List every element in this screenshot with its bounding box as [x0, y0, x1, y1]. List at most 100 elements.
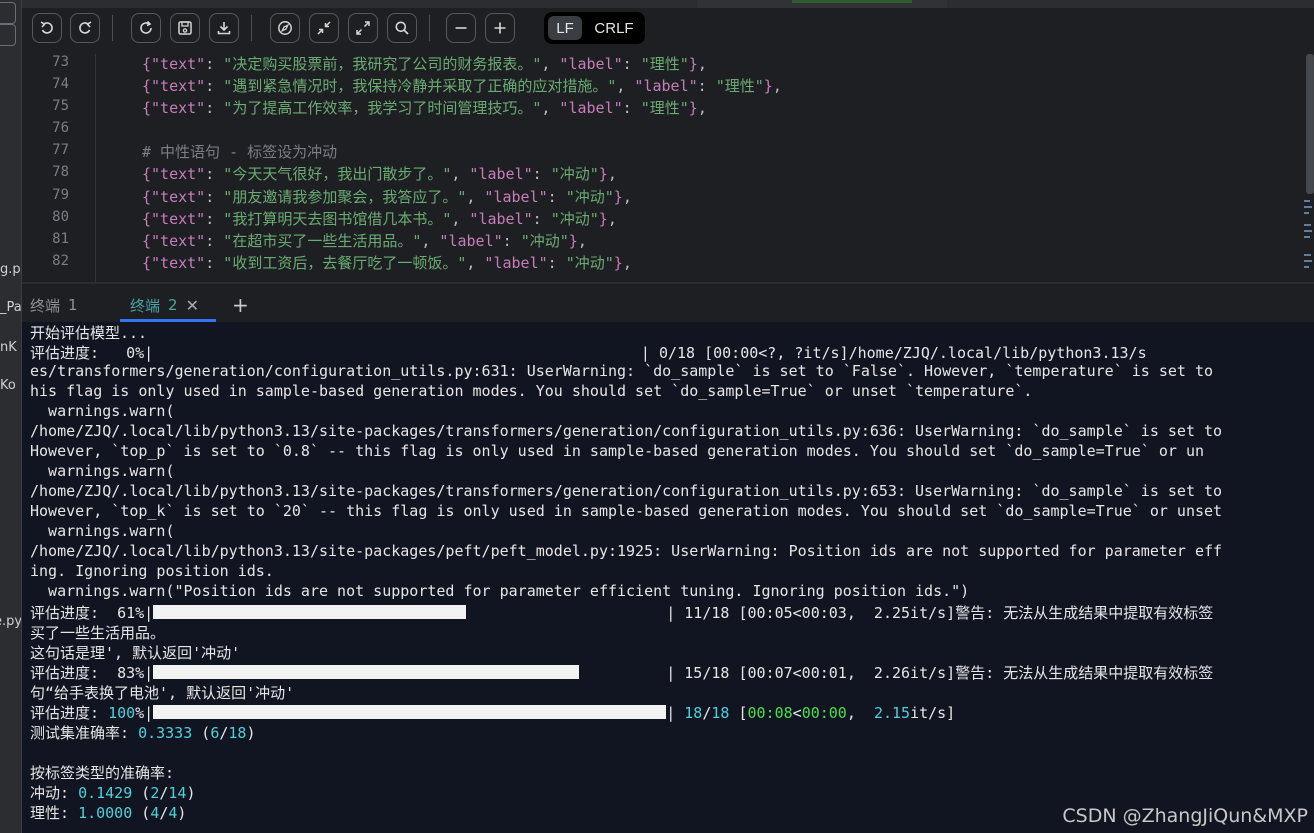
refresh-button[interactable] — [131, 13, 161, 43]
label-value: 冲动 — [529, 232, 560, 250]
line-number: 82 — [52, 253, 69, 269]
zoom-in-button[interactable] — [485, 13, 515, 43]
file-fragment-1[interactable]: g.p — [0, 262, 21, 277]
progress-bar-fill — [153, 605, 467, 619]
undo-button[interactable] — [32, 13, 62, 43]
accuracy-paren-close: ) — [246, 724, 256, 742]
impulsive-accuracy-line: 冲动: 0.1429 (2/14) — [30, 784, 196, 802]
collapse-icon — [317, 21, 331, 35]
code-line: 80 {"text": "我打算明天去图书馆借几本书。", "label": "… — [22, 206, 1314, 228]
string-value: 收到工资后，去餐厅吃了一顿饭。 — [232, 254, 458, 272]
progress-percent: 100 — [108, 704, 136, 722]
accuracy-value: 0.3333 — [138, 724, 193, 742]
line-number: 80 — [52, 209, 69, 225]
panel-box-second[interactable] — [0, 24, 16, 46]
terminal-line: /home/ZJQ/.local/lib/python3.13/site-pac… — [30, 422, 1223, 440]
code-line: 75 {"text": "为了提高工作效率，我学习了时间管理技巧。", "lab… — [22, 95, 1314, 117]
minus-icon — [455, 27, 467, 29]
terminal-line: 这句话是理', 默认返回'冲动' — [30, 644, 241, 662]
label-value: 冲动 — [574, 188, 605, 206]
json-key: "text" — [151, 188, 206, 206]
file-fragment-3[interactable]: nK — [0, 340, 17, 355]
file-fragment-4[interactable]: Ko — [0, 378, 16, 393]
json-key: "label" — [559, 55, 623, 73]
close-icon[interactable]: ✕ — [186, 296, 199, 315]
progress-line-83: 评估进度: 83%| | 15/18 [00:07<00:01, 2.26it/s… — [30, 662, 1213, 682]
terminal-line: es/transformers/generation/configuration… — [30, 362, 1214, 380]
progress-total: 18 — [711, 704, 730, 722]
progress-percent-sign: %| — [135, 704, 154, 722]
code-editor[interactable]: 73 {"text": "决定购买股票前，我研究了公司的财务报表。", "lab… — [22, 54, 1314, 282]
progress-suffix: | 11/18 [00:05<00:03, 2.25it/s]警告: 无法从生成… — [666, 604, 1214, 622]
code-line: 76 — [22, 117, 1314, 139]
download-button[interactable] — [209, 13, 239, 43]
file-fragment-5[interactable]: e.py — [0, 614, 21, 629]
terminal-line: /home/ZJQ/.local/lib/python3.13/site-pac… — [30, 542, 1223, 560]
panel-box-top[interactable] — [0, 2, 16, 24]
progress-lt: < — [792, 704, 802, 722]
terminal-line: warnings.warn( — [30, 522, 175, 540]
string-value: 今天天气很好，我出门散步了。 — [232, 165, 443, 183]
label-value: 理性 — [649, 99, 680, 117]
eol-crlf-option[interactable]: CRLF — [588, 16, 640, 40]
line-number: 81 — [52, 231, 69, 247]
terminal-line: warnings.warn( — [30, 462, 175, 480]
json-key: "label" — [469, 210, 533, 228]
accuracy-paren: ( — [192, 724, 211, 742]
terminal-line: warnings.warn("Position ids are not supp… — [30, 582, 970, 600]
accuracy-den: 18 — [228, 724, 247, 742]
redo-icon — [79, 21, 92, 34]
accuracy-line: 测试集准确率: 0.3333 (6/18) — [30, 724, 256, 742]
progress-prefix: 评估进度: 61%| — [30, 604, 154, 622]
terminal-line: 评估进度: 0%| | 0/18 [00:00<?, ?it/s]/home/Z… — [30, 344, 1147, 362]
toolbar-separator — [429, 15, 430, 41]
progress-line-100: 评估进度: 100%| | 18/18 [00:08<00:00, 2.15it/… — [30, 704, 956, 722]
line-ending-toggle: LF CRLF — [544, 12, 645, 44]
undo-icon — [40, 21, 53, 34]
refresh-icon — [140, 20, 152, 34]
plus-icon — [494, 22, 506, 34]
label-value: 冲动 — [559, 210, 590, 228]
file-fragment-2[interactable]: _Pa — [0, 300, 21, 315]
code-comment: # 中性语句 - 标签设为冲动 — [142, 143, 338, 161]
eol-lf-option[interactable]: LF — [548, 16, 582, 40]
navigate-button[interactable] — [270, 13, 300, 43]
string-value: 在超市买了一些生活用品。 — [232, 232, 413, 250]
terminal-line: ing. Ignoring position ids. — [30, 562, 274, 580]
expand-button[interactable] — [348, 13, 378, 43]
search-button[interactable] — [387, 13, 417, 43]
code-line: 81 {"text": "在超市买了一些生活用品。", "label": "冲动… — [22, 228, 1314, 250]
terminal-line: 开始评估模型... — [30, 324, 148, 342]
editor-minimap[interactable] — [1302, 54, 1314, 282]
rational-value: 1.0000 — [78, 804, 133, 822]
string-value: 为了提高工作效率，我学习了时间管理技巧。 — [232, 99, 533, 117]
terminal-output[interactable]: 开始评估模型... 评估进度: 0%| | 0/18 [00:00<?, ?it… — [22, 322, 1314, 833]
tab-label: 终端 — [130, 296, 161, 315]
json-key: "label" — [484, 188, 548, 206]
code-line: 82 {"text": "收到工资后，去餐厅吃了一顿饭。", "label": … — [22, 250, 1314, 272]
progress-bar-fill — [153, 705, 667, 719]
tab-strip-remnant — [22, 0, 1314, 8]
string-value: 决定购买股票前，我研究了公司的财务报表。 — [232, 55, 533, 73]
impulsive-value: 0.1429 — [78, 784, 133, 802]
tab-number: 2 — [168, 296, 178, 314]
terminal-line: warnings.warn( — [30, 402, 175, 420]
toolbar-separator — [251, 15, 252, 41]
json-key: "text" — [151, 254, 206, 272]
label-value: 冲动 — [574, 254, 605, 272]
redo-button[interactable] — [70, 13, 100, 43]
save-button[interactable] — [170, 13, 200, 43]
progress-prefix: 评估进度: — [30, 704, 109, 722]
progress-suffix: | 15/18 [00:07<00:01, 2.26it/s]警告: 无法从生成… — [666, 664, 1214, 682]
tab-terminal-1[interactable]: 终端 1 — [30, 292, 78, 318]
add-terminal-button[interactable]: + — [232, 292, 249, 318]
download-icon — [217, 22, 231, 35]
code-line: 74 {"text": "遇到紧急情况时，我保持冷静并采取了正确的应对措施。",… — [22, 73, 1314, 95]
tab-terminal-2[interactable]: 终端 2 ✕ — [130, 292, 199, 318]
json-key: "label" — [559, 99, 623, 117]
tab-label: 终端 — [30, 296, 61, 315]
terminal-line: However, `top_p` is set to `0.8` -- this… — [30, 442, 1204, 460]
zoom-out-button[interactable] — [446, 13, 476, 43]
collapse-button[interactable] — [309, 13, 339, 43]
code-line: 73 {"text": "决定购买股票前，我研究了公司的财务报表。", "lab… — [22, 54, 1314, 73]
